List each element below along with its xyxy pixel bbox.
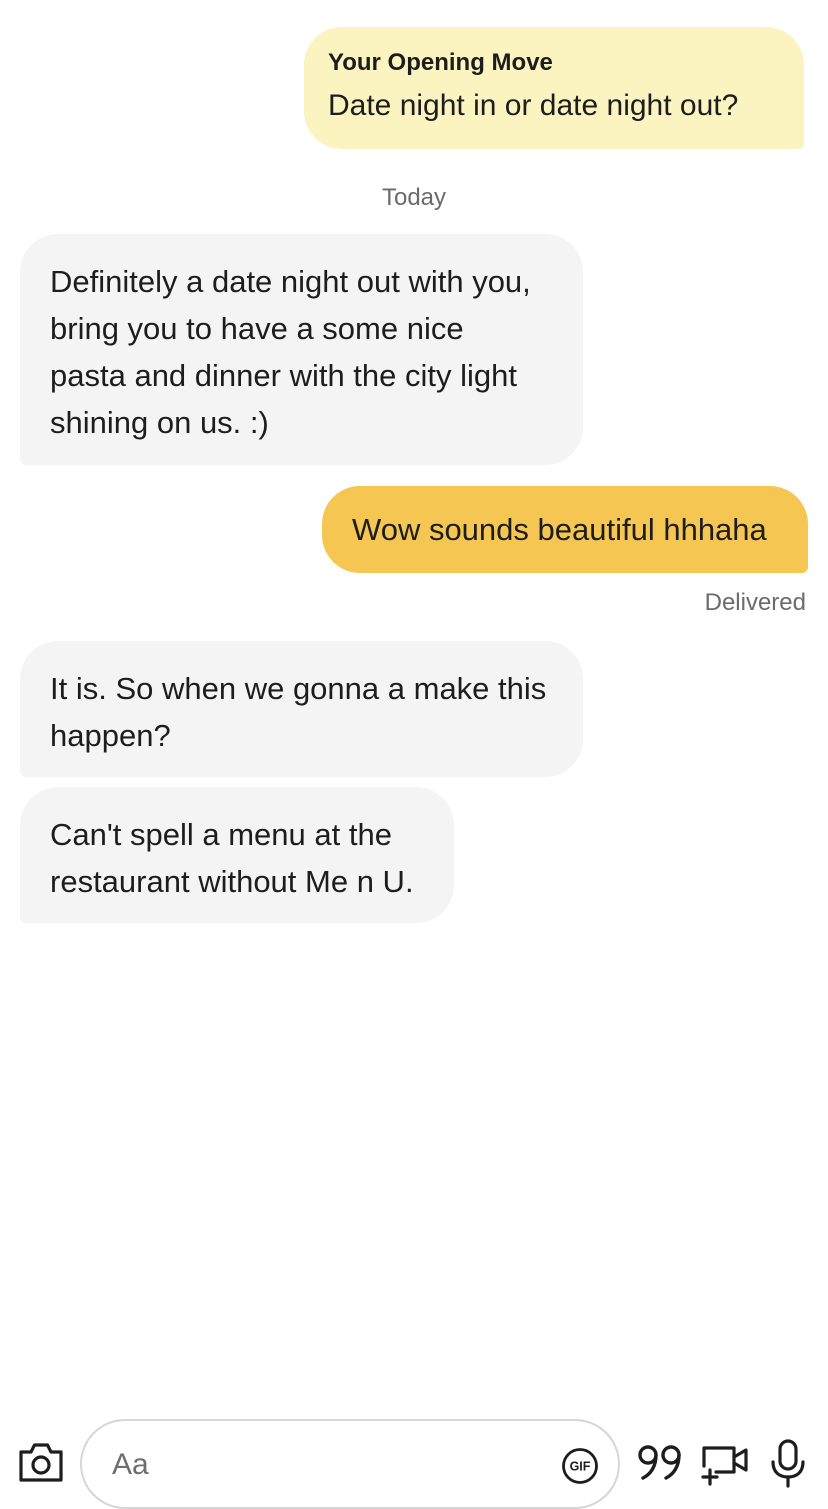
- message-line: happen?: [50, 718, 171, 753]
- microphone-icon[interactable]: [768, 1438, 808, 1488]
- delivery-status: Delivered: [704, 589, 806, 616]
- incoming-message: It is. So when we gonna a make this happ…: [20, 641, 583, 777]
- incoming-message: Definitely a date night out with you, br…: [20, 234, 583, 465]
- opening-move-card: Your Opening Move Date night in or date …: [304, 27, 804, 149]
- opening-move-question: Date night in or date night out?: [328, 89, 739, 122]
- day-separator: Today: [381, 184, 447, 211]
- message-line: restaurant without Me n U.: [50, 864, 414, 899]
- message-line: pasta and dinner with the city light: [50, 358, 517, 393]
- message-text: Wow sounds beautiful hhhaha: [352, 512, 767, 547]
- message-line: Definitely a date night out with you,: [50, 264, 531, 299]
- message-line: bring you to have a some nice: [50, 311, 464, 346]
- message-input-container[interactable]: [80, 1419, 620, 1509]
- camera-icon[interactable]: [17, 1440, 65, 1484]
- quote-icon[interactable]: [636, 1442, 684, 1482]
- message-line: shining on us. :): [50, 405, 269, 440]
- message-line: Can't spell a menu at the: [50, 817, 392, 852]
- message-line: It is. So when we gonna a make this: [50, 671, 547, 706]
- outgoing-message: Wow sounds beautiful hhhaha: [322, 486, 808, 573]
- opening-move-title: Your Opening Move: [328, 49, 553, 76]
- message-input[interactable]: [110, 1443, 544, 1487]
- incoming-message: Can't spell a menu at the restaurant wit…: [20, 787, 454, 923]
- gif-label: GIF: [570, 1460, 591, 1474]
- video-call-icon[interactable]: [700, 1440, 750, 1486]
- gif-icon[interactable]: GIF: [561, 1447, 599, 1485]
